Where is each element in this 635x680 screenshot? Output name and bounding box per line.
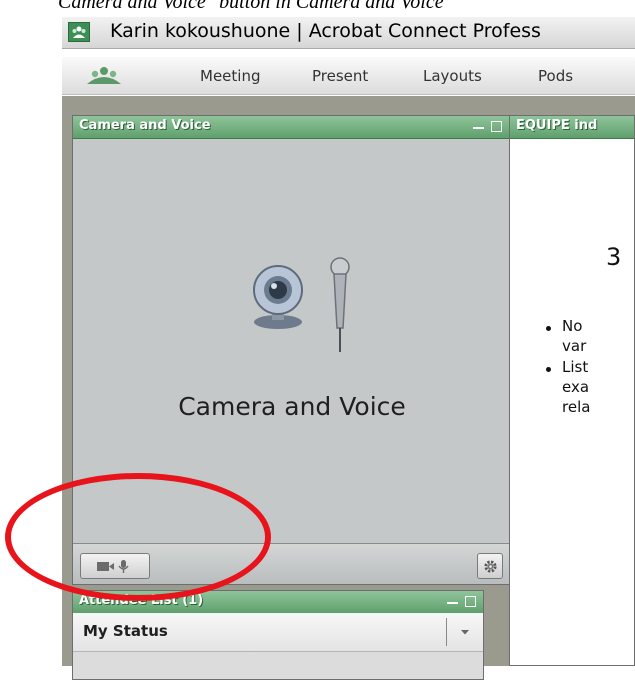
document-bullet-line: exa bbox=[562, 378, 590, 396]
menu-item-meeting[interactable]: Meeting bbox=[200, 67, 260, 85]
menu-item-layouts[interactable]: Layouts bbox=[423, 67, 482, 85]
document-bullet-line: No bbox=[562, 317, 583, 335]
document-bullet-line: List bbox=[562, 358, 589, 376]
my-status-label: My Status bbox=[83, 622, 168, 640]
acrobat-connect-logo-icon bbox=[68, 22, 90, 42]
menu-bar: Meeting Present Layouts Pods bbox=[62, 57, 635, 95]
window-title: Karin kokoushuone | Acrobat Connect Prof… bbox=[110, 20, 541, 42]
attendee-list-pod-title: Attendee List (1) bbox=[79, 593, 204, 608]
microphone-icon bbox=[330, 257, 350, 352]
minimize-icon[interactable] bbox=[446, 595, 459, 608]
attendee-list-pod-header[interactable]: Attendee List (1) bbox=[73, 591, 483, 614]
camera-voice-pod-title: Camera and Voice bbox=[79, 118, 211, 133]
document-heading: 3 bbox=[606, 243, 622, 271]
attendee-list-pod: Attendee List (1) My Status bbox=[72, 590, 484, 680]
pod-options-button[interactable] bbox=[477, 553, 503, 579]
bullet-icon bbox=[546, 367, 551, 372]
menu-item-pods[interactable]: Pods bbox=[538, 67, 573, 85]
maximize-icon[interactable] bbox=[464, 595, 477, 608]
document-bullet-line: rela bbox=[562, 398, 591, 416]
caption-text: Camera and Voice" button in Camera and V… bbox=[58, 0, 444, 13]
camera-and-voice-button[interactable] bbox=[80, 553, 150, 579]
minimize-icon[interactable] bbox=[472, 120, 485, 133]
window-titlebar: Karin kokoushuone | Acrobat Connect Prof… bbox=[62, 17, 635, 49]
acrobat-connect-menu-logo-icon[interactable] bbox=[84, 65, 124, 89]
bullet-icon bbox=[546, 326, 551, 331]
webcam-icon bbox=[253, 265, 303, 329]
my-status-dropdown[interactable]: My Status bbox=[73, 613, 483, 652]
document-pod-header[interactable]: EQUIPE ind bbox=[510, 116, 634, 139]
document-bullet-line: var bbox=[562, 337, 587, 355]
camera-voice-pod: Camera and Voice Camera and Voice bbox=[72, 115, 510, 585]
camera-voice-label: Camera and Voice bbox=[178, 392, 406, 421]
gear-icon bbox=[484, 560, 497, 573]
camera-voice-pod-footer bbox=[73, 543, 509, 584]
camera-voice-pod-header[interactable]: Camera and Voice bbox=[73, 116, 509, 139]
maximize-icon[interactable] bbox=[490, 120, 503, 133]
document-pod: EQUIPE ind 3 No var List exa rela bbox=[509, 115, 635, 666]
chevron-down-icon[interactable] bbox=[446, 618, 483, 646]
meeting-workspace: Camera and Voice Camera and Voice EQUIPE… bbox=[62, 96, 635, 680]
menu-item-present[interactable]: Present bbox=[312, 67, 368, 85]
document-pod-title: EQUIPE ind bbox=[516, 118, 598, 133]
